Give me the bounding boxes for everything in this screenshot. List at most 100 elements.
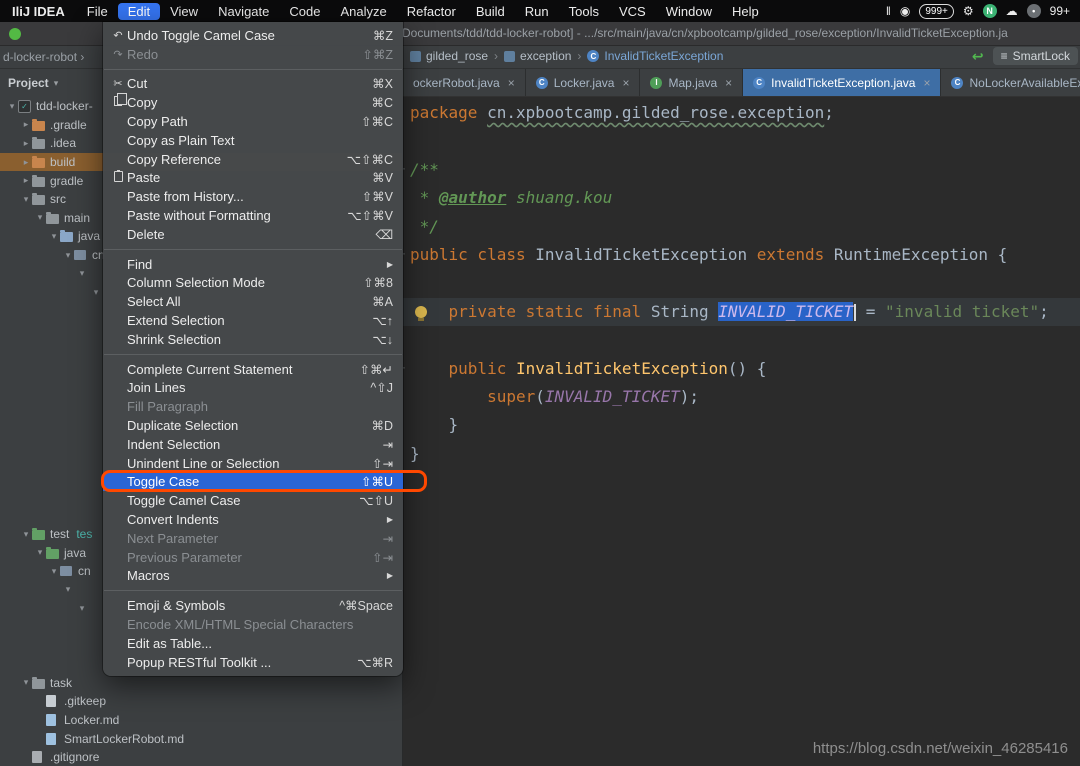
tab-map-java[interactable]: I Map.java × [640, 69, 744, 96]
menubar-view[interactable]: View [160, 3, 208, 20]
menubar-analyze[interactable]: Analyze [330, 3, 396, 20]
menu-item-copy-path[interactable]: Copy Path ⇧⌘C [103, 112, 403, 131]
wrench-icon[interactable]: ⚙ [963, 4, 974, 18]
menu-item-toggle-case[interactable]: Toggle Case ⇧⌘U [103, 472, 403, 492]
menu-item-label: Column Selection Mode [127, 275, 266, 291]
menu-item-find[interactable]: Find ▶ [103, 255, 403, 274]
code-editor[interactable]: package cn.xpbootcamp.gilded_rose.except… [403, 97, 1080, 766]
close-icon[interactable]: × [622, 76, 629, 90]
menu-item-copy-as-plain-text[interactable]: Copy as Plain Text [103, 131, 403, 150]
cloud-icon[interactable]: ☁ [1006, 4, 1018, 18]
smartlock-label: SmartLock [1012, 49, 1070, 63]
chevron-down-icon[interactable]: ▾ [20, 529, 32, 540]
menu-item-emoji-symbols[interactable]: Emoji & Symbols ^⌘Space [103, 596, 403, 615]
menu-item-paste-from-history[interactable]: Paste from History... ⇧⌘V [103, 187, 403, 206]
chevron-down-icon[interactable]: ▾ [90, 287, 102, 298]
menu-item-toggle-camel-case[interactable]: Toggle Camel Case ⌥⇧U [103, 491, 403, 510]
chevron-down-icon[interactable]: ▾ [20, 194, 32, 205]
tree-item-gitignore[interactable]: .gitignore [0, 748, 402, 766]
menu-item-popup-restful-toolkit[interactable]: Popup RESTful Toolkit ... ⌥⌘R [103, 653, 403, 672]
menu-item-previous-parameter[interactable]: Previous Parameter ⇧⇥ [103, 548, 403, 567]
menu-item-cut[interactable]: ✂ Cut ⌘X [103, 75, 403, 94]
menu-item-indent-selection[interactable]: Indent Selection ⇥ [103, 435, 403, 454]
menubar-file[interactable]: File [77, 3, 118, 20]
tree-item-locker-md[interactable]: Locker.md [0, 711, 402, 730]
menu-item-redo[interactable]: ↷ Redo ⇧⌘Z [103, 45, 403, 64]
menu-item-delete[interactable]: Delete ⌫ [103, 225, 403, 244]
chevron-right-icon[interactable]: ▸ [20, 138, 32, 149]
tree-item-task[interactable]: ▾ task [0, 673, 402, 692]
n-circle-icon[interactable]: N [982, 4, 997, 18]
back-arrow-icon[interactable]: ↩ [972, 48, 984, 65]
menu-item-convert-indents[interactable]: Convert Indents ▶ [103, 510, 403, 529]
menu-item-complete-current-statement[interactable]: Complete Current Statement ⇧⌘↵ [103, 360, 403, 379]
chat-icon[interactable]: • [1026, 4, 1041, 18]
smartlock-chip[interactable]: ≡ SmartLock [992, 47, 1078, 65]
chevron-right-icon[interactable]: ▸ [20, 175, 32, 186]
menu-item-extend-selection[interactable]: Extend Selection ⌥↑ [103, 311, 403, 330]
menu-item-unindent-line-or-selection[interactable]: Unindent Line or Selection ⇧⇥ [103, 454, 403, 473]
menu-item-copy-reference[interactable]: Copy Reference ⌥⇧⌘C [103, 150, 403, 169]
chevron-down-icon[interactable]: ▾ [48, 566, 60, 577]
tab-invalidticketexception-java[interactable]: C InvalidTicketException.java × [743, 69, 942, 96]
chevron-right-icon[interactable]: ▸ [20, 157, 32, 168]
tab-ockerrobot-java[interactable]: ockerRobot.java × [403, 69, 526, 96]
count-badge-99[interactable]: 99+ [1050, 4, 1070, 18]
menubar-tools[interactable]: Tools [559, 3, 609, 20]
menu-item-edit-as-table[interactable]: Edit as Table... [103, 634, 403, 653]
menu-item-undo-toggle-camel-case[interactable]: ↶ Undo Toggle Camel Case ⌘Z [103, 26, 403, 45]
pause-icon[interactable]: ‖ [886, 4, 891, 18]
menu-item-column-selection-mode[interactable]: Column Selection Mode ⇧⌘8 [103, 274, 403, 293]
fold-marker-icon[interactable]: − [403, 156, 409, 184]
menubar-navigate[interactable]: Navigate [208, 3, 279, 20]
breadcrumb-left-fragment[interactable]: d-locker-robot › [3, 50, 84, 64]
chevron-down-icon[interactable]: ▾ [76, 268, 88, 279]
menubar-help[interactable]: Help [722, 3, 769, 20]
chevron-down-icon[interactable]: ▾ [20, 677, 32, 688]
close-icon[interactable]: × [725, 76, 732, 90]
notification-badge-999[interactable]: 999+ [919, 3, 954, 19]
menu-item-macros[interactable]: Macros ▶ [103, 567, 403, 586]
menu-item-fill-paragraph[interactable]: Fill Paragraph [103, 397, 403, 416]
menu-item-paste-without-formatting[interactable]: Paste without Formatting ⌥⇧⌘V [103, 206, 403, 225]
chevron-down-icon[interactable]: ▾ [48, 231, 60, 242]
menu-item-paste[interactable]: Paste ⌘V [103, 169, 403, 188]
breadcrumb-exception[interactable]: exception [504, 49, 571, 63]
chevron-down-icon[interactable]: ▾ [76, 603, 88, 614]
menu-item-select-all[interactable]: Select All ⌘A [103, 292, 403, 311]
chevron-down-icon[interactable]: ▾ [6, 101, 18, 112]
app-menu-title[interactable]: IliJ IDEA [0, 4, 77, 19]
menu-item-copy[interactable]: Copy ⌘C [103, 93, 403, 112]
tree-item-smartlockerrobot-md[interactable]: SmartLockerRobot.md [0, 729, 402, 748]
menubar-vcs[interactable]: VCS [609, 3, 656, 20]
menubar-code[interactable]: Code [279, 3, 330, 20]
menubar-refactor[interactable]: Refactor [397, 3, 466, 20]
breadcrumb-gilded-rose[interactable]: gilded_rose [410, 49, 488, 63]
close-icon[interactable]: × [923, 76, 930, 90]
intention-bulb-icon[interactable] [415, 305, 427, 321]
tab-nolockeravailableexception[interactable]: C NoLockerAvailableException.. [941, 69, 1080, 96]
menubar-run[interactable]: Run [515, 3, 559, 20]
fold-marker-icon[interactable]: − [403, 355, 409, 383]
fold-marker-icon[interactable]: − [403, 241, 409, 269]
chevron-down-icon[interactable]: ▾ [62, 250, 74, 261]
breadcrumb-invalidticketexception[interactable]: C InvalidTicketException [587, 49, 723, 63]
menu-item-join-lines[interactable]: Join Lines ^⇧J [103, 379, 403, 398]
menu-item-encode-xml-html-special-characters[interactable]: Encode XML/HTML Special Characters [103, 615, 403, 634]
tab-locker-java[interactable]: C Locker.java × [526, 69, 641, 96]
chevron-down-icon[interactable]: ▾ [62, 584, 74, 595]
menubar-build[interactable]: Build [466, 3, 515, 20]
traffic-light-green[interactable] [9, 28, 21, 40]
menubar-window[interactable]: Window [656, 3, 722, 20]
menu-item-next-parameter[interactable]: Next Parameter ⇥ [103, 529, 403, 548]
close-icon[interactable]: × [508, 76, 515, 90]
chevron-down-icon[interactable]: ▾ [34, 547, 46, 558]
chevron-right-icon[interactable]: ▸ [20, 119, 32, 130]
menu-item-duplicate-selection[interactable]: Duplicate Selection ⌘D [103, 416, 403, 435]
menu-item-shrink-selection[interactable]: Shrink Selection ⌥↓ [103, 330, 403, 349]
tree-item-gitkeep[interactable]: .gitkeep [0, 692, 402, 711]
record-icon[interactable]: ◉ [900, 4, 910, 18]
chevron-down-icon[interactable]: ▾ [34, 212, 46, 223]
menubar-edit[interactable]: Edit [117, 2, 161, 20]
chevron-down-icon[interactable]: ▾ [54, 78, 59, 89]
